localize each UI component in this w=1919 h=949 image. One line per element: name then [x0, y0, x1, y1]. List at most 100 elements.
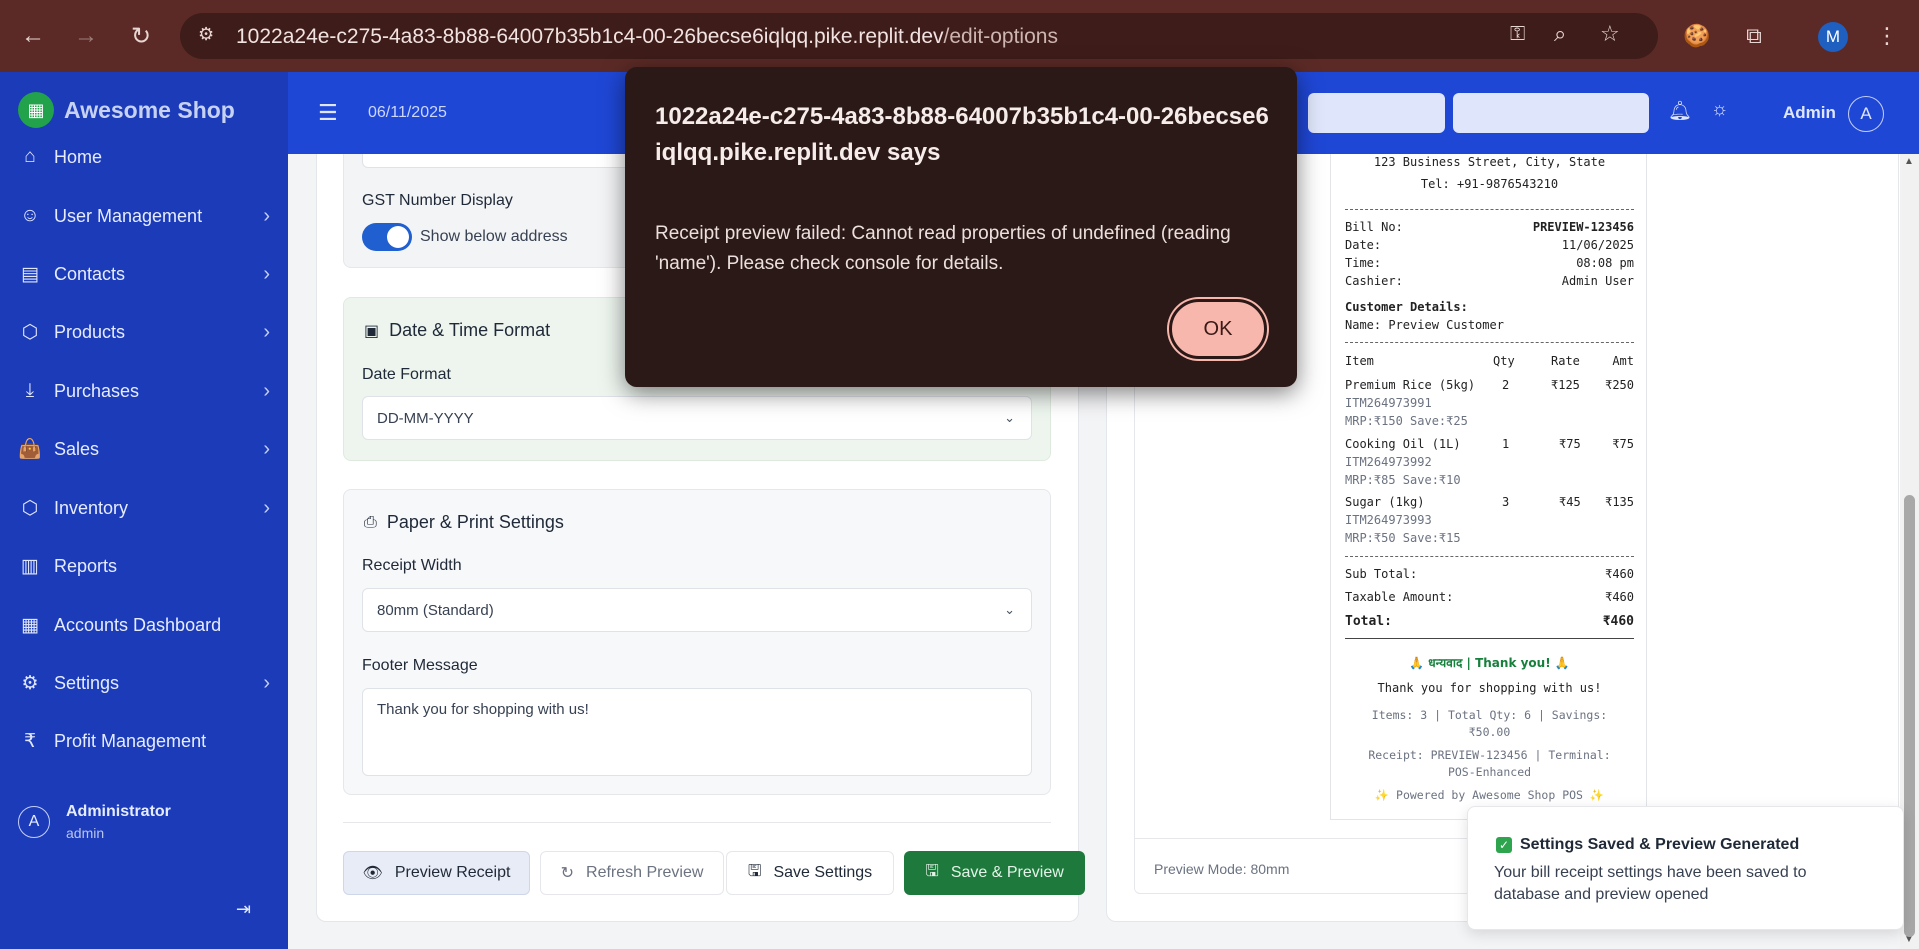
receipt-item-mrp: MRP:₹150 Save:₹25 [1345, 414, 1468, 428]
chevron-right-icon: › [263, 496, 270, 519]
preview-mode-label: Preview Mode: 80mm [1154, 861, 1290, 877]
address-bar[interactable]: ⚙ 1022a24e-c275-4a83-8b88-64007b35b1c4-0… [180, 13, 1658, 59]
chevron-down-icon: ⌄ [1004, 410, 1015, 425]
footer-message-label: Footer Message [362, 657, 478, 674]
receipt-time: Time: 08:08 pm [1345, 256, 1634, 270]
user-name: Administrator [66, 803, 171, 820]
menu-kebab-icon[interactable]: ⋮ [1872, 21, 1902, 51]
sidebar-item-inventory[interactable]: ⬡ Inventory › [18, 488, 270, 528]
header-box-2[interactable] [1308, 93, 1445, 133]
sidebar: ▦ Awesome Shop ⌂ Home ☺ User Management … [0, 72, 288, 949]
sidebar-item-products[interactable]: ⬡ Products › [18, 312, 270, 352]
home-icon: ⌂ [24, 146, 36, 167]
sidebar-item-label: Profit Management [54, 730, 207, 751]
alert-dialog: 1022a24e-c275-4a83-8b88-64007b35b1c4-00-… [625, 67, 1297, 387]
box-icon: ⬡ [21, 497, 39, 519]
receipt-date: Date: 11/06/2025 [1345, 238, 1634, 252]
site-settings-icon[interactable]: ⚙ [198, 24, 214, 45]
footer-message-textarea[interactable]: Thank you for shopping with us! [362, 688, 1032, 776]
section-title: ▣ Date & Time Format [364, 320, 551, 340]
sidebar-item-label: Purchases [54, 380, 140, 401]
profile-avatar[interactable]: M [1818, 22, 1848, 52]
receipt-width-select[interactable]: 80mm (Standard) ⌄ [362, 588, 1032, 632]
receipt-item: Sugar (1kg) 3 ₹45 ₹135 [1345, 495, 1634, 509]
gst-toggle[interactable] [362, 223, 412, 251]
receipt-item-code: ITM264973993 [1345, 513, 1432, 527]
avatar[interactable]: A [1848, 96, 1884, 132]
save-settings-button[interactable]: 🖫 Save Settings [726, 851, 894, 895]
sidebar-item-label: Products [54, 321, 126, 342]
gear-icon: ⚙ [21, 672, 39, 694]
toast-notification: ✓ Settings Saved & Preview Generated You… [1467, 806, 1904, 930]
sidebar-item-reports[interactable]: ▥ Reports [18, 546, 270, 586]
date-format-label: Date Format [362, 366, 451, 383]
reload-icon[interactable]: ↻ [124, 19, 158, 53]
thank-you-banner: 🙏 धन्यवाद | Thank you! 🙏 [1409, 656, 1570, 670]
sidebar-item-label: Settings [54, 672, 120, 693]
date-format-select[interactable]: DD-MM-YYYY ⌄ [362, 396, 1032, 440]
sidebar-item-label: Home [54, 146, 103, 167]
contacts-icon: ▤ [21, 263, 39, 285]
save-and-preview-button[interactable]: 🖫 Save & Preview [904, 851, 1085, 895]
password-key-icon[interactable]: ⚿ [1510, 23, 1525, 46]
back-icon[interactable]: ← [16, 19, 50, 53]
receipt-divider [1345, 342, 1634, 343]
hamburger-menu-icon[interactable]: ☰ [318, 100, 338, 126]
sidebar-item-label: User Management [54, 205, 203, 226]
receipt-summary: Items: 3 | Total Qty: 6 | Savings: [1371, 708, 1608, 722]
receipt-item: Premium Rice (5kg) 2 ₹125 ₹250 [1345, 378, 1634, 392]
bookmark-star-icon[interactable]: ☆ [1600, 21, 1620, 47]
browser-toolbar: ← → ↻ ⚙ 1022a24e-c275-4a83-8b88-64007b35… [0, 0, 1919, 72]
receipt-subtotal: Sub Total: ₹460 [1345, 567, 1634, 581]
thank-you-message: Thank you for shopping with us! [1377, 681, 1602, 695]
preview-receipt-button[interactable]: 👁 Preview Receipt [343, 851, 530, 895]
sidebar-item-label: Reports [54, 555, 118, 576]
sidebar-item-label: Inventory [54, 497, 129, 518]
divider [343, 822, 1051, 823]
url-text[interactable]: 1022a24e-c275-4a83-8b88-64007b35b1c4-00-… [236, 25, 1058, 49]
shopping-bag-icon: 👜 [18, 439, 42, 460]
gst-label: GST Number Display [362, 192, 513, 209]
header-box-3[interactable] [1453, 93, 1649, 133]
sidebar-item-accounts-dashboard[interactable]: ▦ Accounts Dashboard [18, 605, 270, 645]
items-header: Item Qty Rate Amt [1345, 354, 1634, 368]
sidebar-item-user-management[interactable]: ☺ User Management › [18, 196, 270, 236]
chevron-right-icon: › [263, 671, 270, 694]
receipt-summary-savings: ₹50.00 [1468, 725, 1511, 739]
header-date: 06/11/2025 [368, 104, 447, 121]
sidebar-user: A Administrator admin [18, 798, 270, 846]
sidebar-item-settings[interactable]: ⚙ Settings › [18, 663, 270, 703]
shop-logo-icon: ▦ [18, 92, 54, 128]
logout-icon[interactable]: ⇥ [236, 899, 251, 920]
scroll-up-icon[interactable]: ▲ [1904, 156, 1914, 167]
receipt-item-mrp: MRP:₹50 Save:₹15 [1345, 531, 1461, 545]
avatar[interactable]: A [18, 806, 50, 838]
sidebar-item-label: Accounts Dashboard [54, 614, 222, 635]
rupee-icon: ₹ [23, 730, 37, 752]
admin-label[interactable]: Admin [1783, 103, 1836, 123]
cookie-extension-icon[interactable]: 🍪 [1682, 21, 1712, 51]
theme-sun-icon[interactable]: ☼ [1711, 99, 1728, 121]
extensions-icon[interactable]: ⧉ [1739, 21, 1769, 51]
bell-icon[interactable]: 🔔︎ [1668, 99, 1692, 123]
brand[interactable]: ▦ Awesome Shop [18, 92, 235, 128]
receipt-taxable: Taxable Amount: ₹460 [1345, 590, 1634, 604]
sidebar-item-sales[interactable]: 👜 Sales › [18, 429, 270, 469]
section-title: ⎙ Paper & Print Settings [364, 512, 564, 532]
sidebar-item-contacts[interactable]: ▤ Contacts › [18, 254, 270, 294]
scrollbar-thumb[interactable] [1904, 495, 1915, 937]
receipt-preview: 123 Business Street, City, State Tel: +9… [1330, 154, 1647, 820]
dialog-message: Receipt preview failed: Cannot read prop… [655, 223, 1231, 274]
ok-button[interactable]: OK [1169, 299, 1267, 359]
forward-icon[interactable]: → [69, 19, 103, 53]
zoom-icon[interactable]: ⌕ [1554, 21, 1566, 47]
receipt-divider [1345, 209, 1634, 210]
receipt-cashier: Cashier: Admin User [1345, 274, 1634, 288]
receipt-item-mrp: MRP:₹85 Save:₹10 [1345, 473, 1461, 487]
receipt-item-code: ITM264973992 [1345, 455, 1432, 469]
sidebar-item-home[interactable]: ⌂ Home [18, 137, 270, 177]
sidebar-item-purchases[interactable]: ⤓ Purchases › [18, 371, 270, 411]
refresh-preview-button[interactable]: ↻ Refresh Preview [540, 851, 724, 895]
sidebar-item-profit-management[interactable]: ₹ Profit Management [18, 721, 270, 761]
receipt-address: 123 Business Street, City, State [1373, 155, 1606, 169]
